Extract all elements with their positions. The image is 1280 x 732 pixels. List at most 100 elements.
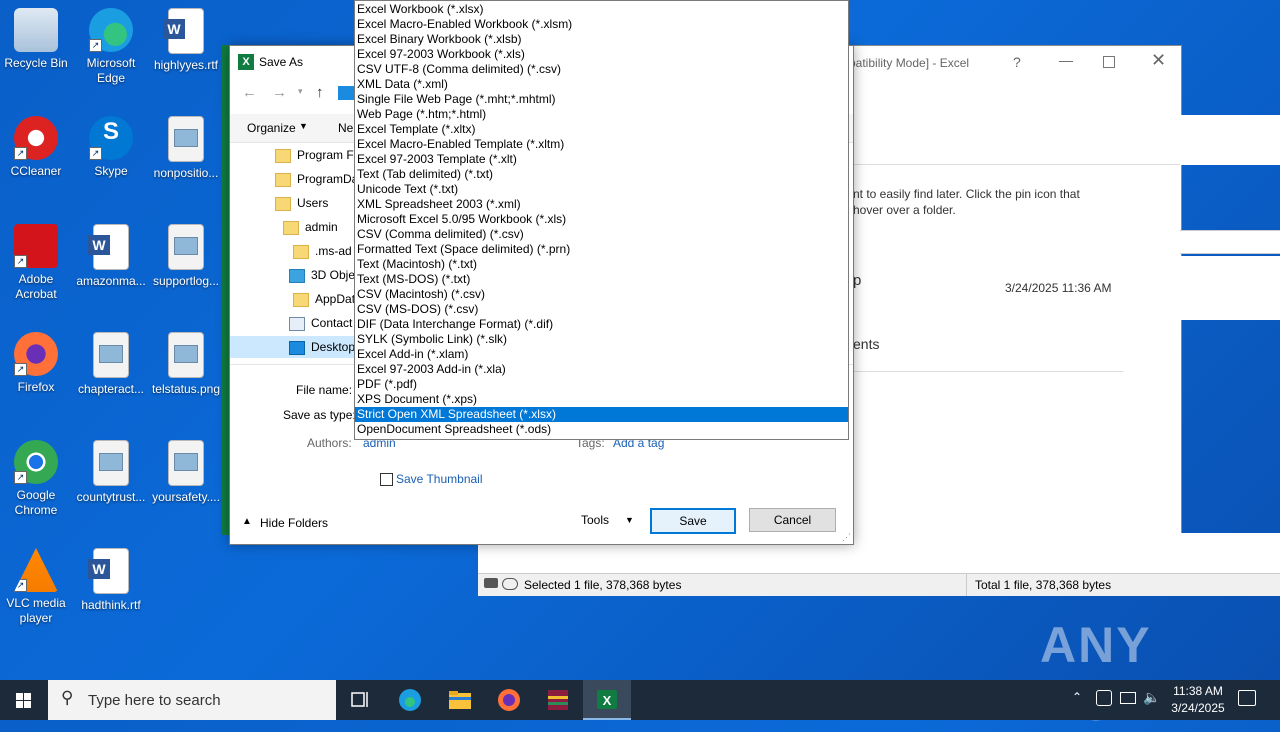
taskbar-firefox-button[interactable] bbox=[485, 680, 533, 720]
file-type-option[interactable]: Excel Workbook (*.xlsx) bbox=[355, 2, 848, 17]
help-button[interactable]: ? bbox=[1013, 54, 1021, 70]
nav-tree-item[interactable]: Program F bbox=[275, 144, 354, 166]
file-type-option[interactable]: Excel Macro-Enabled Workbook (*.xlsm) bbox=[355, 17, 848, 32]
file-type-option[interactable]: Excel 97-2003 Add-in (*.xla) bbox=[355, 362, 848, 377]
nav-tree-item[interactable]: Users bbox=[275, 192, 328, 214]
minimize-icon[interactable]: — bbox=[1059, 52, 1077, 68]
file-type-option[interactable]: OpenDocument Spreadsheet (*.ods) bbox=[355, 422, 848, 437]
up-arrow-icon[interactable]: ↑ bbox=[316, 84, 324, 101]
file-type-option[interactable]: CSV (Comma delimited) (*.csv) bbox=[355, 227, 848, 242]
cancel-button[interactable]: Cancel bbox=[749, 508, 836, 532]
file-type-option[interactable]: Text (Macintosh) (*.txt) bbox=[355, 257, 848, 272]
desktop-icon[interactable]: ↗ Google Chrome bbox=[0, 440, 72, 518]
save-thumbnail-label[interactable]: Save Thumbnail bbox=[396, 472, 483, 486]
file-type-option[interactable]: Formatted Text (Space delimited) (*.prn) bbox=[355, 242, 848, 257]
tools-chevron-down-icon[interactable]: ▼ bbox=[625, 515, 634, 525]
file-type-option[interactable]: PDF (*.pdf) bbox=[355, 377, 848, 392]
taskbar-excel-button[interactable]: X bbox=[583, 680, 631, 720]
file-type-option[interactable]: XML Data (*.xml) bbox=[355, 77, 848, 92]
desktop-icon[interactable]: countytrust... bbox=[75, 440, 147, 505]
desktop-icon[interactable]: ↗ Adobe Acrobat bbox=[0, 224, 72, 302]
chevron-down-icon[interactable]: ▼ bbox=[299, 121, 308, 131]
desktop-icon[interactable]: Recycle Bin bbox=[0, 8, 72, 71]
image-file-icon bbox=[93, 440, 129, 486]
start-button[interactable] bbox=[0, 680, 48, 720]
desktop-icon[interactable]: S ↗ Skype bbox=[75, 116, 147, 179]
desktop-icon[interactable]: Whighlyyes.rtf bbox=[150, 8, 222, 73]
folder-icon bbox=[275, 172, 291, 187]
desktop-icon[interactable]: chapteract... bbox=[75, 332, 147, 397]
file-type-option[interactable]: Excel 97-2003 Template (*.xlt) bbox=[355, 152, 848, 167]
file-type-option[interactable]: Strict Open XML Spreadsheet (*.xlsx) bbox=[355, 407, 848, 422]
task-view-button[interactable] bbox=[336, 680, 384, 720]
network-status-icon[interactable] bbox=[1096, 690, 1112, 706]
recent-locations-icon[interactable]: ▾ bbox=[298, 86, 303, 97]
taskbar-search-box[interactable]: ⚲ Type here to search bbox=[48, 680, 336, 720]
nav-tree-item[interactable]: Contact bbox=[289, 312, 352, 334]
desktop-icon[interactable]: ↗ VLC media player bbox=[0, 548, 72, 626]
maximize-icon[interactable] bbox=[1103, 56, 1115, 68]
file-type-option[interactable]: SYLK (Symbolic Link) (*.slk) bbox=[355, 332, 848, 347]
file-type-option[interactable]: Text (MS-DOS) (*.txt) bbox=[355, 272, 848, 287]
watermark: ANY RUN bbox=[1040, 612, 1240, 731]
notifications-icon[interactable] bbox=[1238, 690, 1256, 706]
folder-icon bbox=[293, 292, 309, 307]
desktop-icon[interactable]: Whadthink.rtf bbox=[75, 548, 147, 613]
close-icon[interactable]: ✕ bbox=[1151, 50, 1166, 71]
file-type-option[interactable]: Web Page (*.htm;*.html) bbox=[355, 107, 848, 122]
nav-tree-item[interactable]: ProgramDa bbox=[275, 168, 358, 190]
word-doc-icon: W bbox=[88, 224, 129, 270]
nav-tree-item[interactable]: 3D Obje bbox=[289, 264, 355, 286]
desktop-icon-label: chapteract... bbox=[77, 382, 145, 396]
desktop-icon[interactable]: yoursafety.... bbox=[150, 440, 222, 505]
file-type-option[interactable]: Single File Web Page (*.mht;*.mhtml) bbox=[355, 92, 848, 107]
taskbar-explorer-button[interactable] bbox=[436, 680, 484, 720]
desktop-icon[interactable]: telstatus.png bbox=[150, 332, 222, 397]
file-type-option[interactable]: Excel 97-2003 Workbook (*.xls) bbox=[355, 47, 848, 62]
file-type-option[interactable]: CSV (Macintosh) (*.csv) bbox=[355, 287, 848, 302]
save-thumbnail-checkbox[interactable] bbox=[380, 473, 393, 486]
desktop-icon[interactable]: nonpositio... bbox=[150, 116, 222, 181]
nav-tree-item[interactable]: AppDat bbox=[293, 288, 355, 310]
section-heading: ents bbox=[853, 336, 880, 352]
tools-button[interactable]: Tools bbox=[581, 513, 609, 527]
desktop-icon-label: Microsoft Edge bbox=[86, 56, 136, 85]
resize-grip-icon[interactable]: ⋰ bbox=[842, 532, 851, 543]
file-type-option[interactable]: XML Spreadsheet 2003 (*.xml) bbox=[355, 197, 848, 212]
file-type-option[interactable]: CSV UTF-8 (Comma delimited) (*.csv) bbox=[355, 62, 848, 77]
nav-tree-item[interactable]: .ms-ad bbox=[293, 240, 352, 262]
save-button[interactable]: Save bbox=[650, 508, 736, 534]
show-hidden-icons-chevron-up-icon[interactable]: ⌃ bbox=[1072, 690, 1082, 704]
clock-date: 3/24/2025 bbox=[1171, 701, 1225, 715]
organize-button[interactable]: Organize bbox=[247, 121, 296, 135]
chevron-up-icon[interactable]: ▲ bbox=[242, 516, 252, 527]
file-type-option[interactable]: XPS Document (*.xps) bbox=[355, 392, 848, 407]
desktop-icon[interactable]: ↗ CCleaner bbox=[0, 116, 72, 179]
file-type-option[interactable]: Excel Macro-Enabled Template (*.xltm) bbox=[355, 137, 848, 152]
file-type-option[interactable]: Excel Binary Workbook (*.xlsb) bbox=[355, 32, 848, 47]
excel-backstage-strip bbox=[1180, 256, 1280, 320]
folder-icon bbox=[275, 148, 291, 163]
desktop-icon[interactable]: ↗ Microsoft Edge bbox=[75, 8, 147, 86]
desktop-icon[interactable]: ↗ Firefox bbox=[0, 332, 72, 395]
forward-arrow-icon[interactable]: → bbox=[272, 84, 287, 101]
file-type-option[interactable]: Excel Add-in (*.xlam) bbox=[355, 347, 848, 362]
file-type-option[interactable]: Unicode Text (*.txt) bbox=[355, 182, 848, 197]
file-type-option[interactable]: CSV (MS-DOS) (*.csv) bbox=[355, 302, 848, 317]
taskbar-edge-button[interactable] bbox=[386, 680, 434, 720]
display-icon[interactable] bbox=[1120, 692, 1136, 704]
volume-icon[interactable]: 🔈 bbox=[1143, 689, 1160, 706]
clock[interactable]: 11:38 AM 3/24/2025 bbox=[1163, 683, 1233, 717]
taskbar-app-button[interactable] bbox=[534, 680, 582, 720]
desktop-icon[interactable]: supportlog... bbox=[150, 224, 222, 289]
file-type-option[interactable]: Text (Tab delimited) (*.txt) bbox=[355, 167, 848, 182]
file-type-option[interactable]: Excel Template (*.xltx) bbox=[355, 122, 848, 137]
nav-tree-item[interactable]: admin bbox=[283, 216, 338, 238]
desktop-icon[interactable]: Wamazonma... bbox=[75, 224, 147, 289]
file-type-option[interactable]: DIF (Data Interchange Format) (*.dif) bbox=[355, 317, 848, 332]
hide-folders-button[interactable]: Hide Folders bbox=[260, 516, 328, 530]
file-type-option[interactable]: Microsoft Excel 5.0/95 Workbook (*.xls) bbox=[355, 212, 848, 227]
recent-item-name[interactable]: p bbox=[853, 272, 861, 289]
new-folder-button[interactable]: Ne bbox=[338, 121, 353, 135]
back-arrow-icon[interactable]: ← bbox=[242, 84, 257, 101]
